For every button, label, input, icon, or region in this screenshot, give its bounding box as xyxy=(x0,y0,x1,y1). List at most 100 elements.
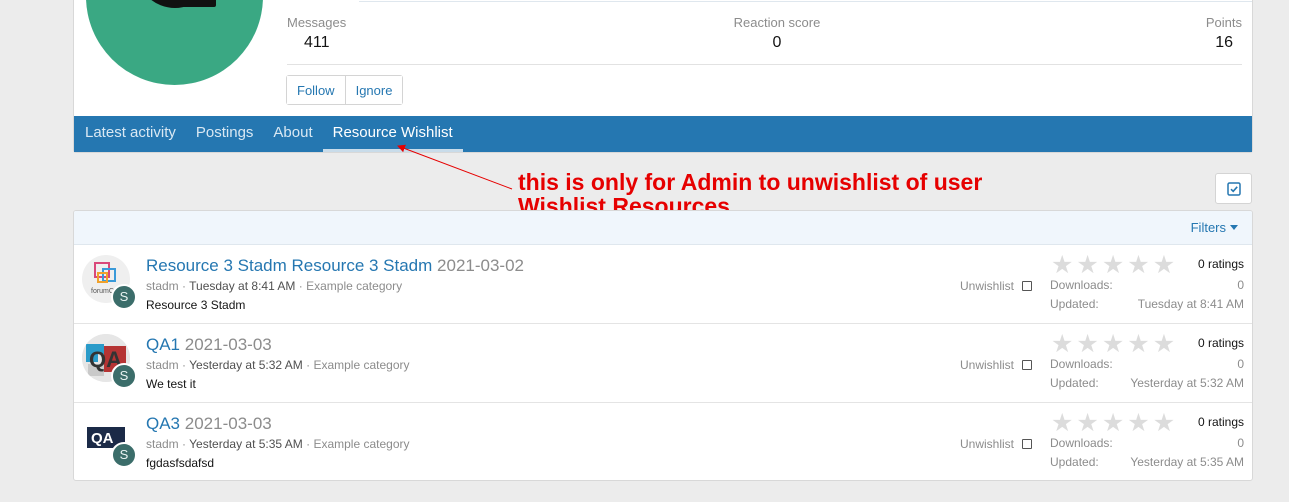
category-link[interactable]: Example category xyxy=(306,279,402,293)
updated-label: Updated: xyxy=(1050,376,1099,390)
resource-title: Resource 3 Stadm Resource 3 Stadm 2021-0… xyxy=(146,256,524,276)
profile-tabs: Latest activity Postings About Resource … xyxy=(74,116,1252,152)
post-time[interactable]: Tuesday at 8:41 AM xyxy=(189,279,295,293)
downloads-label: Downloads: xyxy=(1050,357,1113,371)
resource-title-link[interactable]: QA3 xyxy=(146,414,180,433)
resource-description: We test it xyxy=(146,377,196,391)
unwishlist-toggle[interactable]: Unwishlist xyxy=(960,437,1033,451)
member-avatar[interactable] xyxy=(86,0,263,85)
stat-value[interactable]: 16 xyxy=(1206,34,1242,52)
annotation-line: this is only for Admin to unwishlist of … xyxy=(518,169,983,195)
downloads-pair: Downloads: 0 xyxy=(1050,357,1244,371)
rating-stars: ★ ★ ★ ★ ★ xyxy=(1051,411,1175,436)
unwishlist-toggle[interactable]: Unwishlist xyxy=(960,358,1033,372)
star-icon[interactable]: ★ xyxy=(1051,253,1073,278)
category-link[interactable]: Example category xyxy=(313,437,409,451)
resource-version: 2021-03-03 xyxy=(184,414,272,433)
stat-points[interactable]: Points 16 xyxy=(1206,15,1242,52)
ignore-button[interactable]: Ignore xyxy=(344,76,403,104)
downloads-label: Downloads: xyxy=(1050,436,1113,450)
filters-label: Filters xyxy=(1190,220,1226,235)
author-link[interactable]: stadm xyxy=(146,358,179,372)
author-avatar[interactable]: S xyxy=(111,284,137,310)
category-link[interactable]: Example category xyxy=(313,358,409,372)
rating-stars: ★ ★ ★ ★ ★ xyxy=(1051,332,1175,357)
resource-title-link[interactable]: QA1 xyxy=(146,335,180,354)
tab-resource-wishlist[interactable]: Resource Wishlist xyxy=(322,116,463,152)
downloads-pair: Downloads: 0 xyxy=(1050,278,1244,292)
resource-version: 2021-03-02 xyxy=(437,256,525,275)
unwishlist-label: Unwishlist xyxy=(960,279,1015,293)
downloads-value: 0 xyxy=(1237,357,1244,371)
updated-value[interactable]: Yesterday at 5:35 AM xyxy=(1130,455,1244,469)
resource-version: 2021-03-03 xyxy=(184,335,272,354)
updated-value[interactable]: Tuesday at 8:41 AM xyxy=(1138,297,1244,311)
star-icon[interactable]: ★ xyxy=(1076,332,1098,357)
downloads-label: Downloads: xyxy=(1050,278,1113,292)
unwishlist-label: Unwishlist xyxy=(960,358,1015,372)
unwishlist-checkbox[interactable] xyxy=(1022,439,1033,449)
star-icon[interactable]: ★ xyxy=(1127,332,1149,357)
stat-messages[interactable]: Messages 411 xyxy=(287,15,346,52)
updated-label: Updated: xyxy=(1050,455,1099,469)
author-avatar[interactable]: S xyxy=(111,363,137,389)
updated-label: Updated: xyxy=(1050,297,1099,311)
tab-postings[interactable]: Postings xyxy=(186,116,264,152)
resource-row: QA S QA1 2021-03-03 stadm · Yesterday at… xyxy=(74,324,1252,403)
tab-about[interactable]: About xyxy=(263,116,322,152)
unwishlist-toggle[interactable]: Unwishlist xyxy=(960,279,1033,293)
updated-pair: Updated: Yesterday at 5:32 AM xyxy=(1050,376,1244,390)
rating-count: 0 ratings xyxy=(1197,257,1244,271)
star-icon[interactable]: ★ xyxy=(1051,332,1073,357)
downloads-value: 0 xyxy=(1237,278,1244,292)
star-icon[interactable]: ★ xyxy=(1153,332,1175,357)
updated-pair: Updated: Tuesday at 8:41 AM xyxy=(1050,297,1244,311)
resource-row: forumC S Resource 3 Stadm Resource 3 Sta… xyxy=(74,245,1252,324)
member-header: Messages 411 Reaction score 0 Points 16 … xyxy=(73,0,1253,153)
star-icon[interactable]: ★ xyxy=(1102,411,1124,436)
star-icon[interactable]: ★ xyxy=(1127,411,1149,436)
tab-latest-activity[interactable]: Latest activity xyxy=(75,116,186,152)
star-icon[interactable]: ★ xyxy=(1153,411,1175,436)
star-icon[interactable]: ★ xyxy=(1153,253,1175,278)
follow-button[interactable]: Follow xyxy=(287,76,345,104)
resource-meta: stadm · Yesterday at 5:32 AM · Example c… xyxy=(146,358,410,372)
post-time[interactable]: Yesterday at 5:32 AM xyxy=(189,358,303,372)
resource-list: Filters forumC S Resource 3 Stadm Resour… xyxy=(73,210,1253,481)
downloads-value: 0 xyxy=(1237,436,1244,450)
post-time[interactable]: Yesterday at 5:35 AM xyxy=(189,437,303,451)
stat-label: Reaction score xyxy=(733,15,821,30)
star-icon[interactable]: ★ xyxy=(1076,411,1098,436)
select-toggle-button[interactable] xyxy=(1215,173,1252,204)
unwishlist-checkbox[interactable] xyxy=(1022,281,1033,291)
stat-label: Points xyxy=(1205,15,1242,30)
unwishlist-checkbox[interactable] xyxy=(1022,360,1033,370)
unwishlist-label: Unwishlist xyxy=(960,437,1015,451)
star-icon[interactable]: ★ xyxy=(1051,411,1073,436)
divider xyxy=(287,64,1242,65)
resource-title: QA1 2021-03-03 xyxy=(146,335,272,355)
member-actions: Follow Ignore xyxy=(286,75,404,105)
updated-pair: Updated: Yesterday at 5:35 AM xyxy=(1050,455,1244,469)
resource-meta: stadm · Tuesday at 8:41 AM · Example cat… xyxy=(146,279,403,293)
stat-reaction-score: Reaction score 0 xyxy=(731,15,823,52)
downloads-pair: Downloads: 0 xyxy=(1050,436,1244,450)
rating-count: 0 ratings xyxy=(1197,336,1244,350)
author-link[interactable]: stadm xyxy=(146,279,179,293)
updated-value[interactable]: Yesterday at 5:32 AM xyxy=(1130,376,1244,390)
divider xyxy=(359,1,1252,2)
resource-title-link[interactable]: Resource 3 Stadm Resource 3 Stadm xyxy=(146,256,432,275)
star-icon[interactable]: ★ xyxy=(1102,253,1124,278)
star-icon[interactable]: ★ xyxy=(1102,332,1124,357)
caret-down-icon xyxy=(1230,225,1238,230)
filters-button[interactable]: Filters xyxy=(1191,220,1238,235)
stat-value[interactable]: 411 xyxy=(287,34,346,52)
check-square-icon xyxy=(1226,181,1241,196)
author-link[interactable]: stadm xyxy=(146,437,179,451)
resource-row: QA S QA3 2021-03-03 stadm · Yesterday at… xyxy=(74,403,1252,480)
author-avatar[interactable]: S xyxy=(111,442,137,468)
star-icon[interactable]: ★ xyxy=(1127,253,1149,278)
avatar-letter-tail xyxy=(182,0,216,7)
resource-title: QA3 2021-03-03 xyxy=(146,414,272,434)
star-icon[interactable]: ★ xyxy=(1076,253,1098,278)
